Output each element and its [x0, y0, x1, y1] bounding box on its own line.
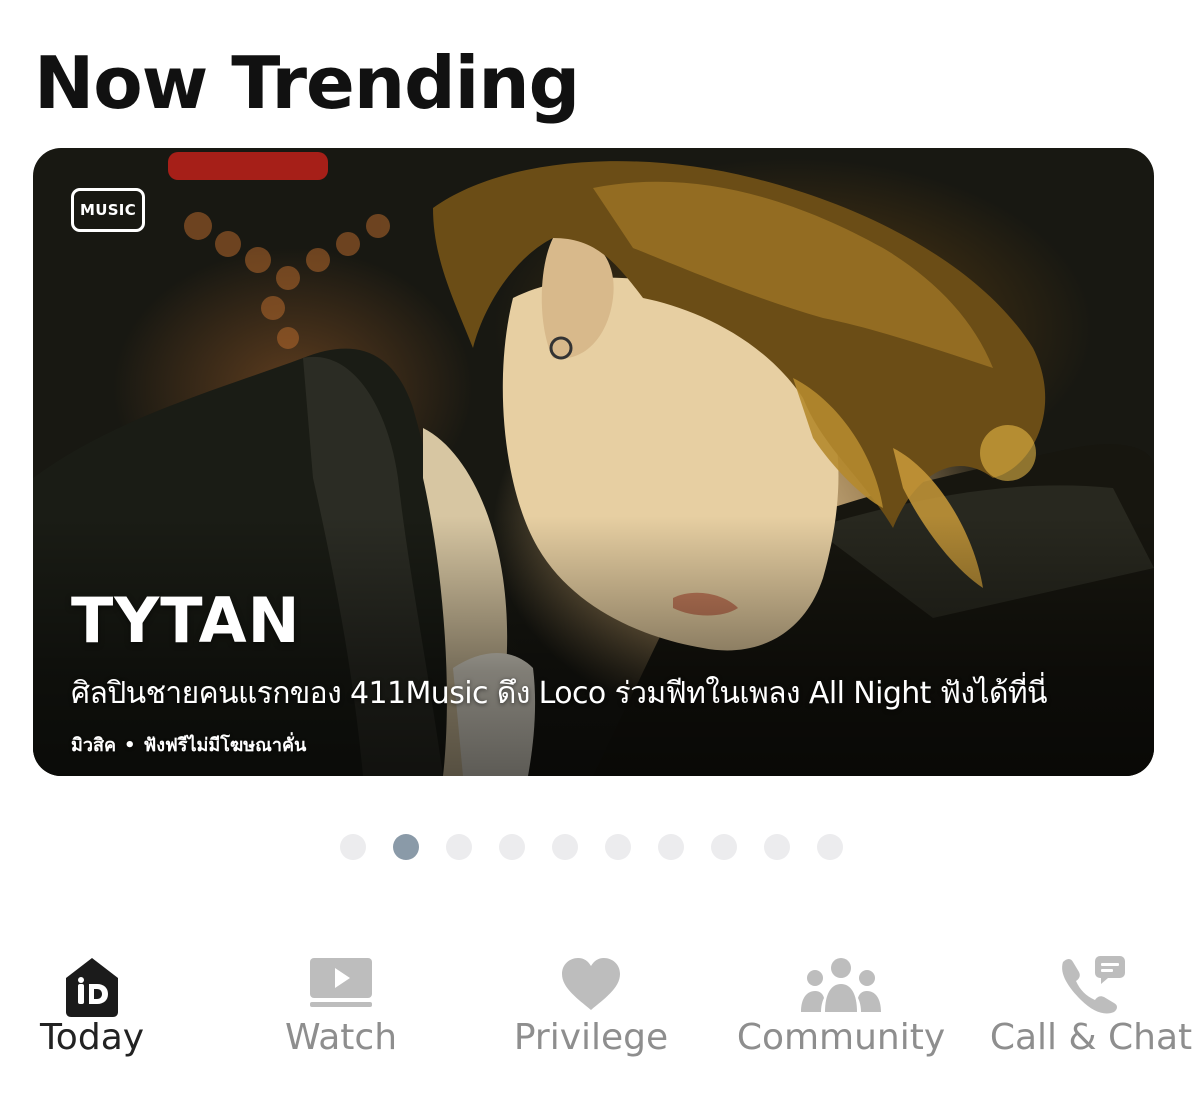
category-label: มิวสิค — [71, 735, 116, 756]
tab-community[interactable]: Community — [716, 950, 966, 1070]
artist-name: TYTAN — [71, 584, 301, 657]
tab-community-label: Community — [736, 1017, 946, 1058]
meta-separator: • — [124, 735, 136, 756]
pager-dot[interactable] — [817, 834, 843, 860]
pager-dot[interactable] — [393, 834, 419, 860]
tab-call-chat-label: Call & Chat — [989, 1017, 1193, 1058]
section-title: Now Trending — [34, 41, 580, 125]
tab-today[interactable]: Today — [0, 950, 217, 1070]
pager-dot[interactable] — [552, 834, 578, 860]
people-group-icon — [791, 954, 891, 1018]
banner-meta: มิวสิค • ฟังฟรีไม่มีโฆษณาคั่น — [71, 732, 306, 760]
pager-dot[interactable] — [605, 834, 631, 860]
pager-dot[interactable] — [764, 834, 790, 860]
tab-privilege-label: Privilege — [513, 1017, 669, 1058]
music-badge: MUSIC — [71, 188, 145, 232]
pager-dot[interactable] — [658, 834, 684, 860]
play-tv-icon — [291, 954, 391, 1018]
bottom-tab-bar: Today Watch Privilege Community Call & C… — [0, 950, 1200, 1070]
carousel-pager — [340, 834, 843, 860]
today-home-icon — [42, 954, 142, 1018]
tab-call-chat[interactable]: Call & Chat — [966, 950, 1200, 1070]
banner-headline: ศิลปินชายคนแรกของ 411Music ดึง Loco ร่วม… — [71, 676, 1048, 711]
tab-watch[interactable]: Watch — [216, 950, 466, 1070]
pager-dot[interactable] — [711, 834, 737, 860]
pager-dot[interactable] — [499, 834, 525, 860]
trending-banner[interactable]: MUSIC TYTAN ศิลปินชายคนแรกของ 411Music ด… — [33, 148, 1154, 776]
subtitle-label: ฟังฟรีไม่มีโฆษณาคั่น — [143, 735, 307, 756]
tab-watch-label: Watch — [284, 1017, 398, 1058]
pager-dot[interactable] — [340, 834, 366, 860]
tab-privilege[interactable]: Privilege — [466, 950, 716, 1070]
pager-dot[interactable] — [446, 834, 472, 860]
heart-icon — [541, 954, 641, 1018]
phone-chat-icon — [1041, 954, 1141, 1018]
